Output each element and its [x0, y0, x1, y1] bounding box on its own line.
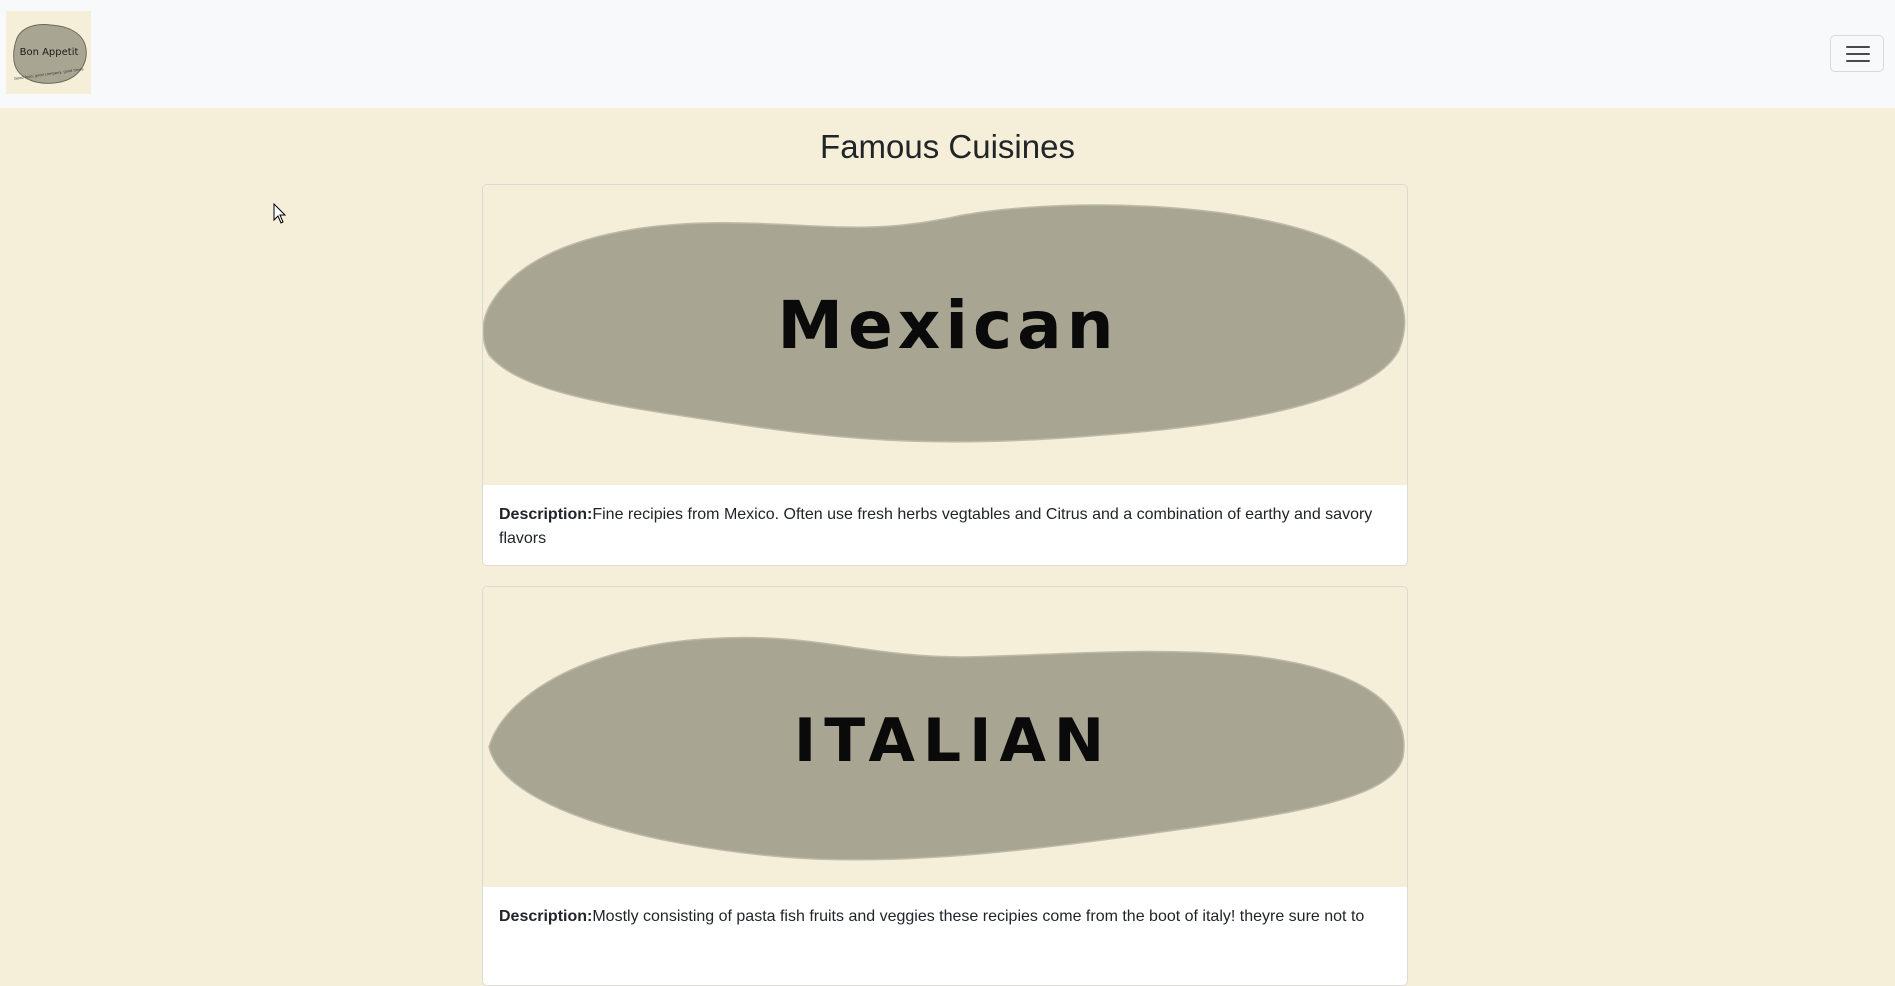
navbar-toggle-button[interactable] [1830, 35, 1884, 72]
description-label: Description: [499, 908, 593, 925]
cuisine-card-italian[interactable]: ITALIAN Description:Mostly consisting of… [482, 586, 1408, 986]
mouse-cursor-icon [273, 203, 287, 224]
hamburger-icon-line [1846, 60, 1870, 62]
hamburger-icon-line [1846, 53, 1870, 55]
logo-link[interactable]: Bon Appetit Good food, good company, goo… [6, 11, 91, 94]
cuisine-image-label: ITALIAN [794, 706, 1112, 776]
navbar: Bon Appetit Good food, good company, goo… [0, 0, 1895, 108]
cuisine-image-italian: ITALIAN [483, 587, 1407, 887]
description-text: Fine recipies from Mexico. Often use fre… [499, 506, 1373, 547]
cuisine-description: Description:Mostly consisting of pasta f… [483, 887, 1407, 946]
logo-image: Bon Appetit Good food, good company, goo… [13, 24, 87, 84]
logo-title: Bon Appetit [20, 47, 79, 58]
hamburger-icon [1846, 46, 1870, 48]
description-label: Description: [499, 506, 593, 523]
description-text: Mostly consisting of pasta fish fruits a… [592, 908, 1365, 925]
cuisine-image-label: Mexican [777, 287, 1118, 364]
page-title: Famous Cuisines [820, 128, 1075, 165]
cuisine-card-mexican[interactable]: Mexican Description:Fine recipies from M… [482, 184, 1408, 566]
cuisine-image-mexican: Mexican [483, 185, 1407, 485]
cuisine-description: Description:Fine recipies from Mexico. O… [483, 485, 1407, 565]
